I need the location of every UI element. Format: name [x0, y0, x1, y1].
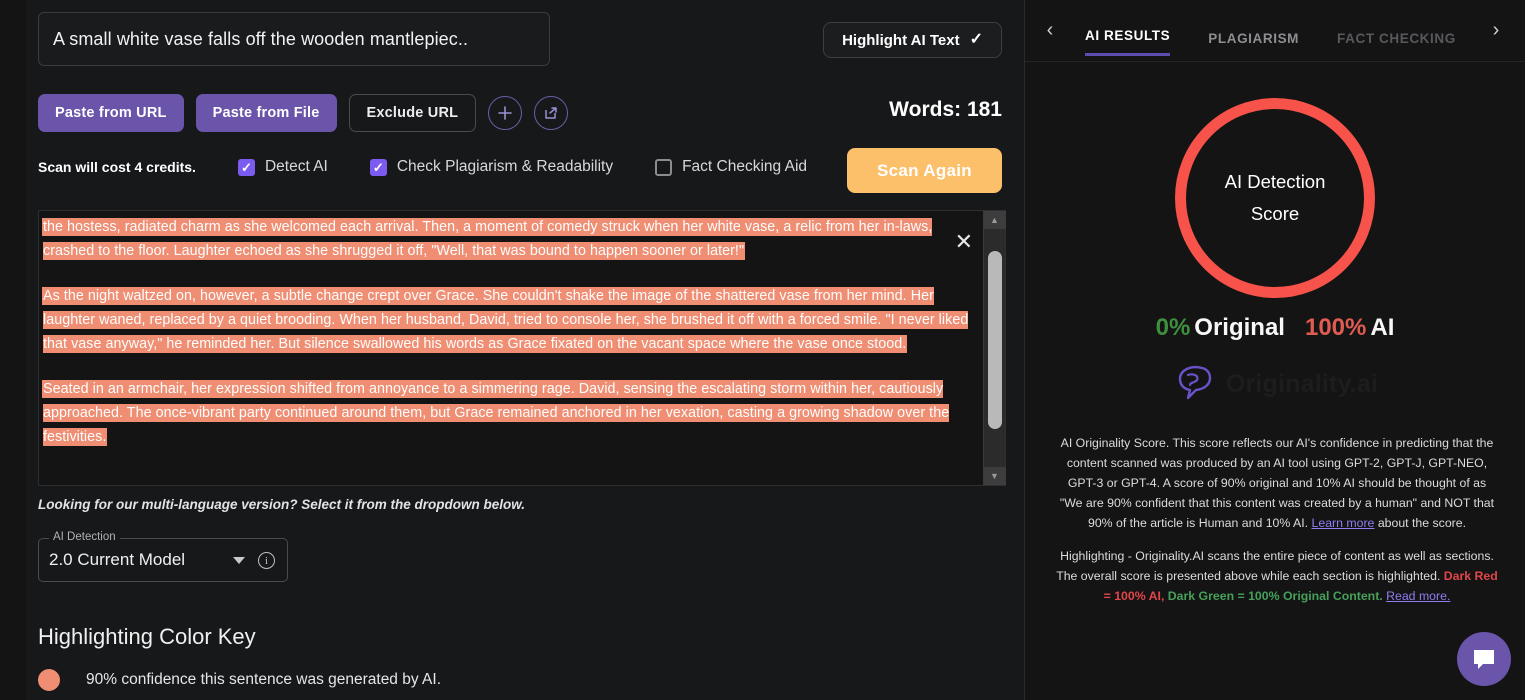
gauge-line-2: Score [1250, 203, 1300, 224]
editor-panel: A small white vase falls off the wooden … [0, 0, 1025, 700]
fact-checking-checkbox[interactable] [655, 158, 673, 176]
scanned-text-area[interactable]: the hostess, radiated charm as she welco… [38, 210, 1006, 486]
highlighting-description-text: Highlighting - Originality.AI scans the … [1056, 549, 1494, 583]
left-edge-strip [0, 0, 26, 700]
scrollbar-thumb[interactable] [987, 251, 1002, 429]
paste-from-url-button[interactable]: Paste from URL [38, 94, 184, 132]
app-root: A small white vase falls off the wooden … [0, 0, 1525, 700]
check-icon: ✓ [969, 31, 983, 48]
brand-name: Originality.ai [1225, 370, 1379, 398]
detect-ai-checkbox[interactable] [237, 158, 255, 176]
color-key-label: 90% confidence this sentence was generat… [86, 671, 442, 688]
scan-options-row: Scan will cost 4 credits. Detect AI Chec… [38, 158, 849, 176]
detect-ai-label: Detect AI [264, 158, 328, 175]
check-plagiarism-checkbox[interactable] [369, 158, 387, 176]
option-fact-checking[interactable]: Fact Checking Aid [655, 158, 807, 176]
model-select-legend: AI Detection [49, 531, 120, 543]
scrollbar-track[interactable] [984, 229, 1006, 467]
highlighted-sentence: Seated in an armchair, her expression sh… [43, 381, 950, 445]
chevron-down-icon[interactable] [233, 557, 245, 564]
results-panel: ‹ AI RESULTS PLAGIARISM FACT CHECKING › … [1025, 0, 1525, 700]
learn-more-link[interactable]: Learn more [1312, 516, 1375, 530]
score-description: AI Originality Score. This score reflect… [1055, 433, 1499, 533]
plus-icon[interactable] [488, 96, 523, 130]
color-key-entry: 90% confidence this sentence was generat… [38, 669, 441, 691]
text-scrollbar[interactable]: ▲ ▼ [983, 211, 1006, 485]
word-count: Words: 181 [889, 98, 1002, 121]
credit-cost-note: Scan will cost 4 credits. [38, 159, 196, 175]
color-key-swatch [38, 669, 60, 691]
external-link-icon[interactable] [534, 96, 569, 130]
gauge-line-1: AI Detection [1224, 171, 1326, 192]
scroll-down-icon[interactable]: ▼ [983, 467, 1006, 485]
original-label: Original [1194, 314, 1285, 341]
paste-from-file-button[interactable]: Paste from File [195, 94, 337, 132]
option-detect-ai[interactable]: Detect AI [237, 158, 328, 176]
exclude-url-button[interactable]: Exclude URL [348, 94, 477, 132]
multi-language-note: Looking for our multi-language version? … [38, 497, 526, 512]
read-more-link[interactable]: Read more. [1386, 589, 1450, 603]
paragraph-2: As the night waltzed on, however, a subt… [43, 284, 969, 356]
check-plagiarism-label: Check Plagiarism & Readability [396, 158, 614, 175]
chat-bubble-icon[interactable] [1457, 632, 1511, 686]
tab-ai-results[interactable]: AI RESULTS [1085, 28, 1171, 56]
legend-separator: , [1160, 589, 1168, 603]
option-check-plagiarism[interactable]: Check Plagiarism & Readability [369, 158, 614, 176]
highlight-ai-text-label: Highlight AI Text [842, 31, 960, 49]
source-buttons-row: Paste from URL Paste from File Exclude U… [38, 94, 569, 132]
chevron-left-icon[interactable]: ‹ [1033, 19, 1067, 42]
ai-label: AI [1370, 314, 1395, 341]
dark-green-legend: Dark Green = 100% Original Content. [1167, 589, 1383, 603]
original-percent: 0% [1155, 314, 1191, 341]
fact-checking-label: Fact Checking Aid [682, 158, 808, 175]
highlighting-description: Highlighting - Originality.AI scans the … [1055, 546, 1499, 606]
highlighted-sentence: As the night waltzed on, however, a subt… [43, 288, 969, 352]
chevron-right-icon[interactable]: › [1479, 19, 1513, 42]
tab-plagiarism[interactable]: PLAGIARISM [1208, 31, 1299, 56]
highlighted-sentence: the hostess, radiated charm as she welco… [43, 219, 933, 259]
ai-detection-score-gauge: AI Detection Score [1175, 98, 1375, 298]
document-title-input[interactable]: A small white vase falls off the wooden … [38, 12, 550, 66]
ai-percent: 100% [1304, 314, 1367, 341]
scanned-text-body: the hostess, radiated charm as she welco… [39, 211, 983, 485]
paragraph-1: the hostess, radiated charm as she welco… [43, 215, 969, 263]
color-key-heading: Highlighting Color Key [38, 624, 256, 649]
score-summary: 0% Original 100% AI [1025, 314, 1525, 342]
model-select-value: 2.0 Current Model [49, 550, 186, 569]
brand-logo: Originality.ai [1025, 362, 1525, 407]
results-tabs: ‹ AI RESULTS PLAGIARISM FACT CHECKING › [1025, 0, 1525, 62]
results-tabs-list: AI RESULTS PLAGIARISM FACT CHECKING [1085, 0, 1456, 62]
scroll-up-icon[interactable]: ▲ [983, 211, 1006, 229]
scan-again-button[interactable]: Scan Again [847, 148, 1002, 193]
close-icon[interactable]: ✕ [955, 231, 973, 253]
info-icon[interactable]: i [258, 552, 275, 569]
score-description-tail: about the score. [1374, 516, 1467, 530]
paragraph-3: Seated in an armchair, her expression sh… [43, 377, 969, 449]
highlight-ai-text-button[interactable]: Highlight AI Text ✓ [823, 22, 1002, 58]
tab-fact-checking[interactable]: FACT CHECKING [1337, 31, 1456, 56]
document-title-text: A small white vase falls off the wooden … [53, 28, 469, 49]
brain-logo-icon [1172, 362, 1216, 407]
ai-detection-model-select[interactable]: AI Detection 2.0 Current Model i [38, 531, 288, 582]
